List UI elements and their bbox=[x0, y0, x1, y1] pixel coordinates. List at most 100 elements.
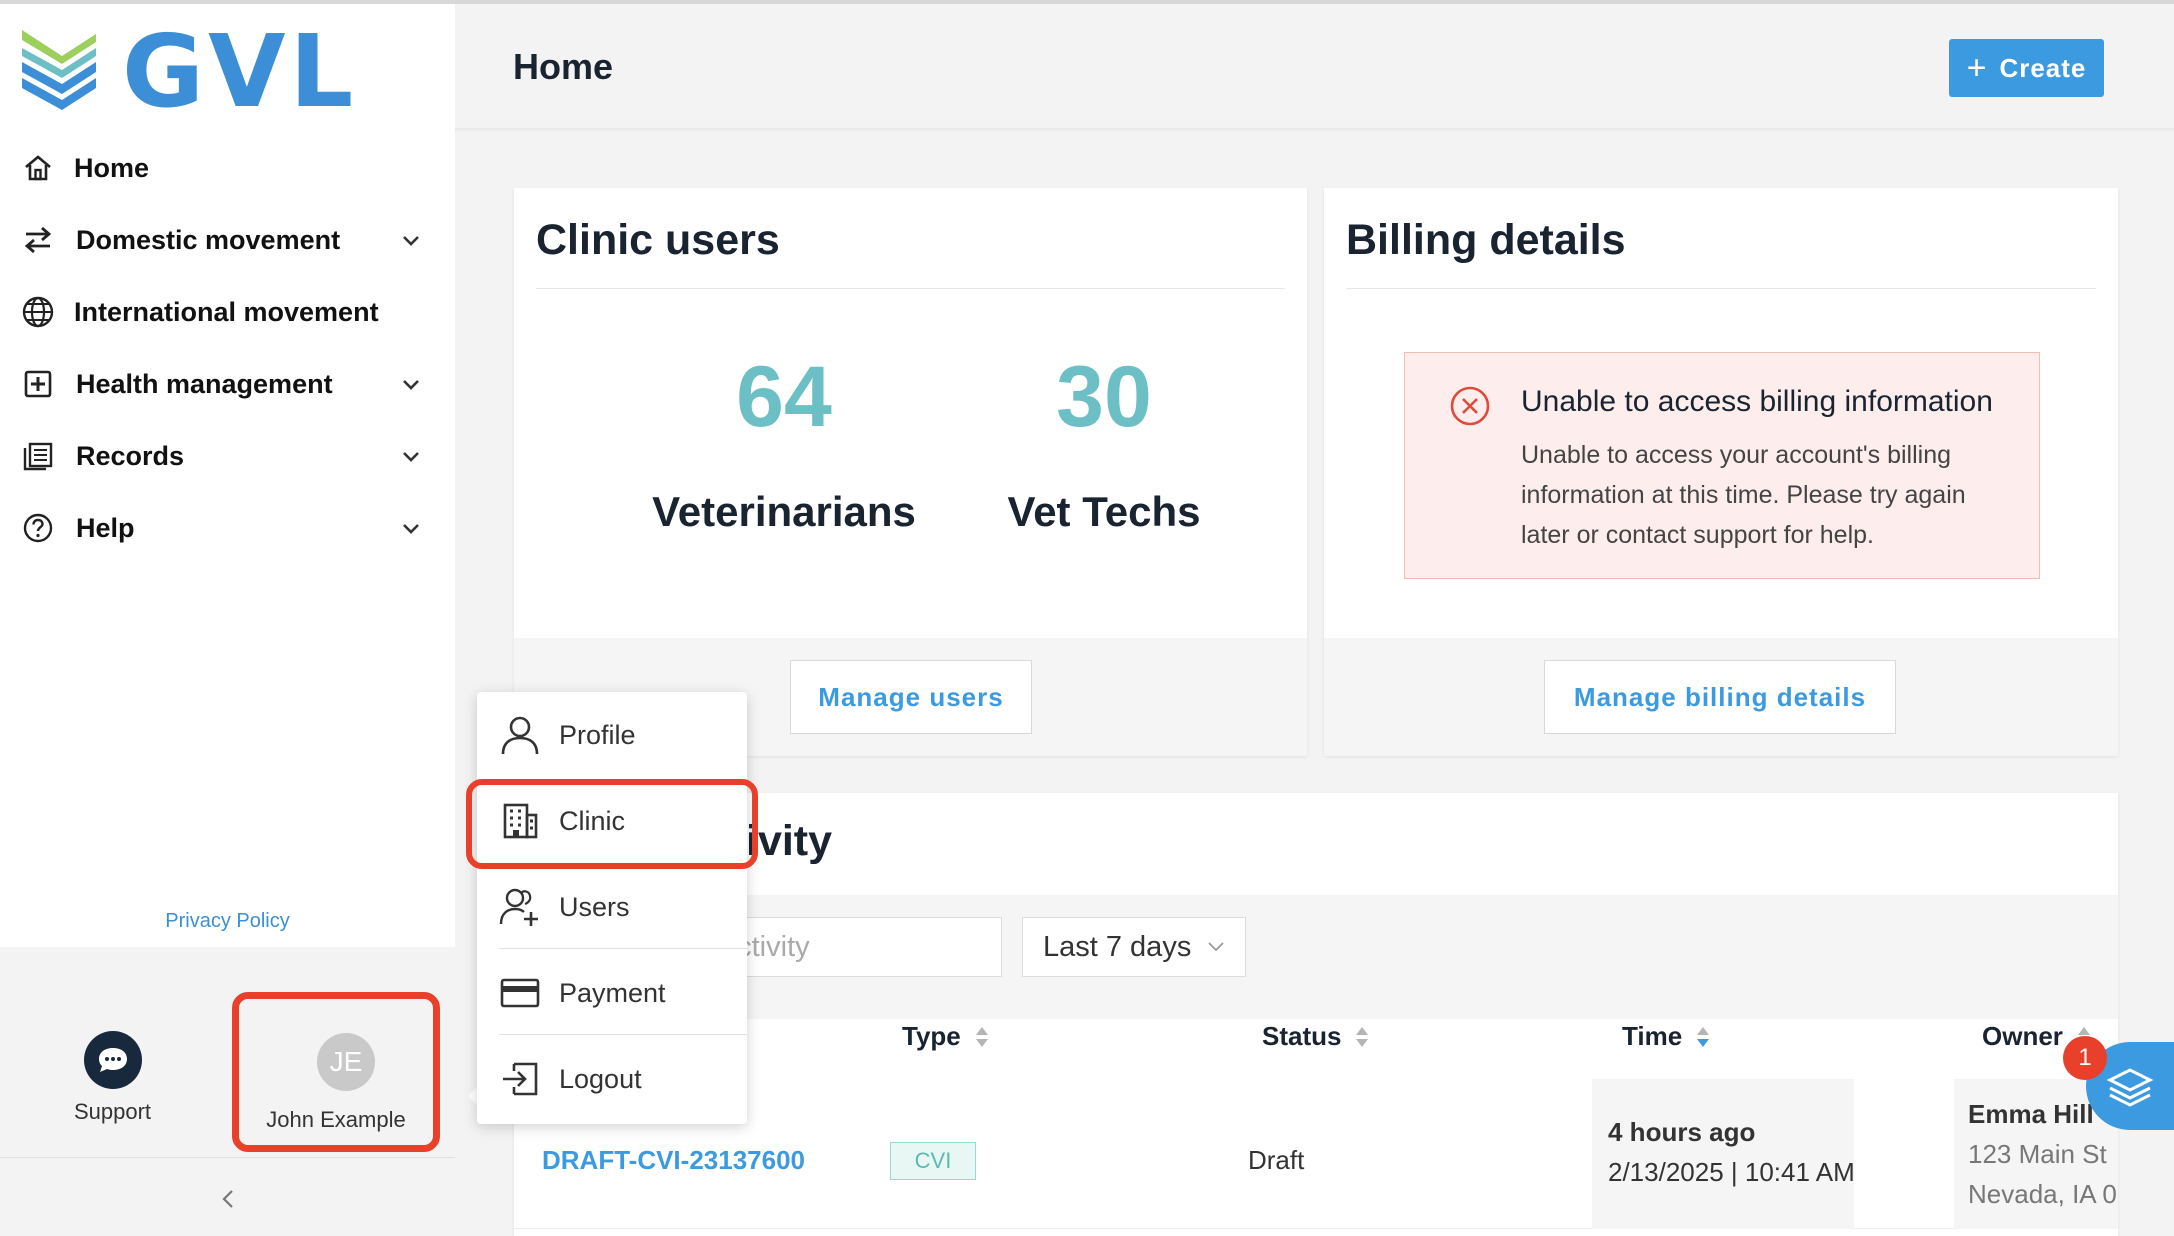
menu-divider bbox=[499, 948, 747, 949]
sidebar-item-label: Help bbox=[76, 512, 135, 543]
records-icon bbox=[20, 438, 56, 474]
sidebar-item-label: Home bbox=[74, 152, 150, 183]
vet-techs-label: Vet Techs bbox=[1007, 488, 1201, 535]
sidebar-item-domestic-movement[interactable]: Domestic movement bbox=[0, 204, 455, 276]
time-absolute: 2/13/2025 | 10:41 AM bbox=[1608, 1157, 1855, 1187]
home-icon bbox=[20, 150, 56, 186]
user-name: John Example bbox=[266, 1107, 406, 1132]
page-header: Home + Create bbox=[455, 4, 2174, 130]
activity-title: ivity bbox=[746, 817, 833, 865]
card-title: Billing details bbox=[1346, 216, 1626, 264]
create-label: Create bbox=[1999, 52, 2087, 83]
notification-badge: 1 bbox=[2063, 1036, 2107, 1080]
owner-address-line1: 123 Main St bbox=[1968, 1139, 2107, 1169]
billing-details-card: Billing details Unable to access billing… bbox=[1324, 188, 2118, 756]
sort-desc-icon bbox=[1697, 1026, 1710, 1047]
alert-message: Unable to access your account's billing … bbox=[1521, 441, 1966, 549]
column-header-time[interactable]: Time bbox=[1622, 1021, 1710, 1052]
logo-text: GVL bbox=[122, 13, 358, 130]
veterinarians-label: Veterinarians bbox=[652, 488, 916, 535]
privacy-policy-link[interactable]: Privacy Policy bbox=[0, 910, 455, 933]
manage-users-button[interactable]: Manage users bbox=[790, 660, 1032, 734]
menu-item-label: Profile bbox=[559, 719, 636, 750]
manage-billing-button[interactable]: Manage billing details bbox=[1544, 660, 1896, 734]
support-label: Support bbox=[73, 1099, 152, 1124]
collapse-sidebar-button[interactable] bbox=[0, 1157, 455, 1236]
logout-icon bbox=[499, 1058, 541, 1100]
column-header-status[interactable]: Status bbox=[1262, 1021, 1369, 1052]
layers-icon bbox=[2106, 1068, 2154, 1107]
header-divider bbox=[455, 128, 2174, 132]
clinic-users-card: Clinic users 64 Veterinarians 30 Vet Tec… bbox=[514, 188, 1307, 756]
users-add-icon bbox=[499, 886, 541, 928]
menu-item-profile[interactable]: Profile bbox=[477, 692, 747, 778]
table-row[interactable]: DRAFT-CVI-23137600 CVI Draft 4 hours ago… bbox=[514, 1079, 2118, 1229]
menu-item-payment[interactable]: Payment bbox=[477, 950, 747, 1036]
menu-item-users[interactable]: Users bbox=[477, 864, 747, 950]
arrows-swap-icon bbox=[20, 222, 56, 258]
globe-icon bbox=[20, 294, 56, 330]
chevron-down-icon bbox=[403, 236, 419, 246]
billing-error-alert: Unable to access billing information Una… bbox=[1404, 352, 2040, 579]
record-id-link[interactable]: DRAFT-CVI-23137600 bbox=[542, 1145, 805, 1176]
sidebar-item-home[interactable]: Home bbox=[0, 132, 455, 204]
activity-filters: activity Last 7 days bbox=[514, 895, 2118, 1019]
sidebar: GVL Home Domestic movement International… bbox=[0, 4, 455, 1236]
card-divider bbox=[536, 288, 1285, 289]
sidebar-item-label: Domestic movement bbox=[76, 224, 341, 255]
sidebar-item-help[interactable]: Help bbox=[0, 492, 455, 564]
veterinarians-count: 64 bbox=[736, 349, 832, 445]
logo-mark-icon bbox=[22, 30, 96, 110]
sidebar-item-international-movement[interactable]: International movement bbox=[0, 276, 455, 348]
card-divider bbox=[1346, 288, 2096, 289]
chevron-down-icon bbox=[1208, 942, 1224, 952]
status-text: Draft bbox=[1248, 1145, 1305, 1175]
card-footer: Manage billing details bbox=[1324, 638, 2118, 756]
activity-search-input[interactable]: activity bbox=[702, 917, 1002, 977]
sidebar-nav: Home Domestic movement International mov… bbox=[0, 132, 455, 564]
date-range-select[interactable]: Last 7 days bbox=[1022, 917, 1246, 977]
menu-item-logout[interactable]: Logout bbox=[477, 1036, 747, 1122]
owner-name: Emma Hill bbox=[1968, 1099, 2094, 1129]
type-badge: CVI bbox=[890, 1142, 976, 1180]
error-circle-icon bbox=[1450, 386, 1490, 426]
sidebar-item-label: Records bbox=[76, 440, 185, 471]
person-icon bbox=[499, 714, 541, 756]
plus-icon: + bbox=[1966, 48, 1988, 87]
menu-item-label: Payment bbox=[559, 977, 666, 1008]
user-menu: Profile Clinic Users Payment Logout bbox=[477, 692, 747, 1124]
chat-icon bbox=[83, 1031, 142, 1089]
menu-item-label: Users bbox=[559, 891, 630, 922]
clinic-highlight-annotation bbox=[466, 779, 758, 869]
menu-divider bbox=[499, 1034, 747, 1035]
alert-title: Unable to access billing information bbox=[1521, 385, 1993, 418]
user-account-button[interactable]: JE John Example bbox=[232, 992, 440, 1152]
card-title: Clinic users bbox=[536, 216, 780, 264]
vet-techs-count: 30 bbox=[1056, 349, 1152, 445]
menu-item-label: Logout bbox=[559, 1063, 642, 1094]
owner-address-line2: Nevada, IA 0 bbox=[1968, 1179, 2117, 1209]
chevron-left-icon bbox=[221, 1190, 233, 1208]
column-header-type[interactable]: Type bbox=[902, 1021, 989, 1052]
page-title: Home bbox=[513, 46, 614, 87]
sidebar-footer: Support JE John Example bbox=[0, 947, 455, 1157]
help-circle-icon bbox=[20, 510, 56, 546]
date-range-value: Last 7 days bbox=[1043, 930, 1192, 963]
time-relative: 4 hours ago bbox=[1608, 1117, 1756, 1147]
chevron-down-icon bbox=[403, 524, 419, 534]
sidebar-item-health-management[interactable]: Health management bbox=[0, 348, 455, 420]
credit-card-icon bbox=[499, 972, 541, 1014]
medical-plus-icon bbox=[20, 366, 56, 402]
create-button[interactable]: + Create bbox=[1949, 39, 2104, 97]
chevron-down-icon bbox=[403, 452, 419, 462]
gvl-logo[interactable]: GVL bbox=[18, 22, 357, 122]
sidebar-item-records[interactable]: Records bbox=[0, 420, 455, 492]
sidebar-item-label: Health management bbox=[76, 368, 333, 399]
support-button[interactable]: Support bbox=[60, 1031, 165, 1125]
avatar: JE bbox=[317, 1033, 375, 1091]
sidebar-item-label: International movement bbox=[74, 296, 379, 327]
sort-icon bbox=[1356, 1026, 1369, 1047]
sort-icon bbox=[975, 1026, 988, 1047]
time-column-bg bbox=[1592, 1079, 1854, 1229]
chevron-down-icon bbox=[403, 380, 419, 390]
